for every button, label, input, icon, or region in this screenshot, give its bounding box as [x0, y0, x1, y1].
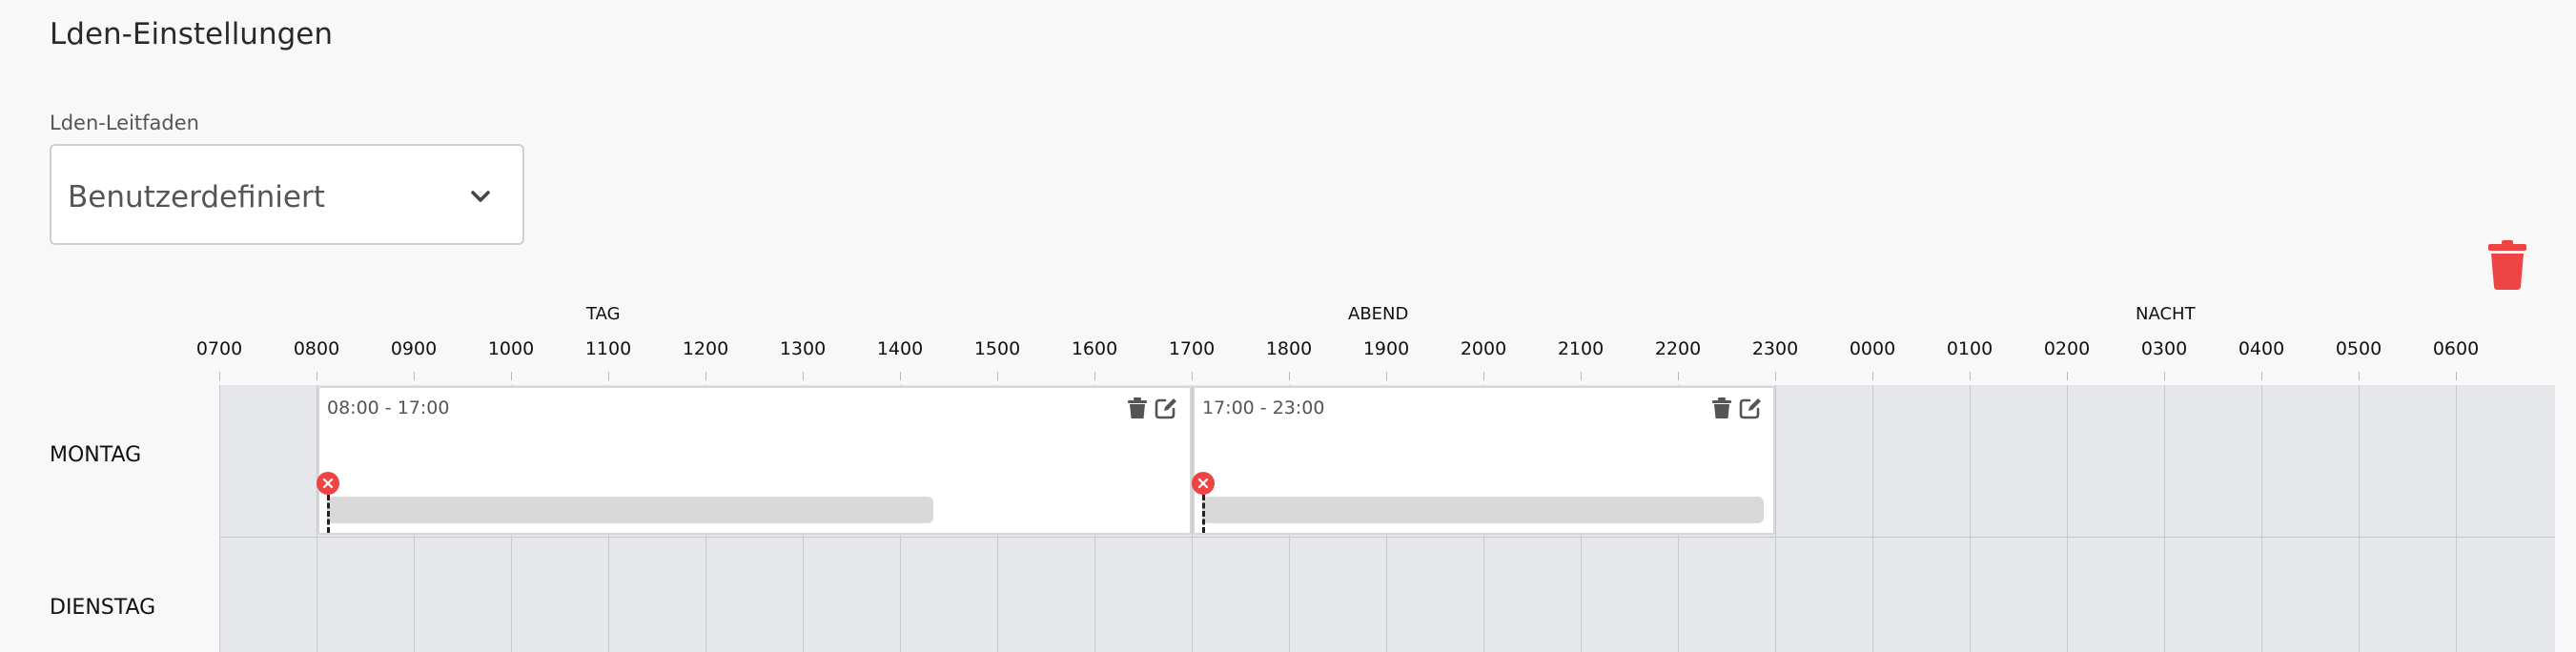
hour-tick	[1581, 372, 1582, 380]
hour-label: 1500	[973, 338, 1021, 359]
period-group-tag: TAG	[586, 304, 621, 324]
hour-tick	[511, 372, 512, 380]
hour-tick	[803, 372, 804, 380]
grid-column-line	[2456, 385, 2457, 652]
guideline-label: Lden-Leitfaden	[50, 112, 199, 134]
hour-tick	[997, 372, 998, 380]
hour-tick	[705, 372, 706, 380]
hour-label: 2200	[1654, 338, 1702, 359]
guideline-select-value: Benutzerdefiniert	[68, 180, 325, 214]
hour-tick	[1094, 372, 1095, 380]
hour-label: 0700	[195, 338, 243, 359]
hour-label: 2100	[1557, 338, 1605, 359]
grid-column-line	[2261, 385, 2262, 652]
hour-label: 0300	[2140, 338, 2188, 359]
hour-tick	[2067, 372, 2068, 380]
edit-icon[interactable]	[1738, 396, 1763, 420]
hour-label: 1600	[1071, 338, 1118, 359]
hour-label: 1000	[487, 338, 535, 359]
hour-tick	[2359, 372, 2360, 380]
slot-time-label: 08:00 - 17:00	[327, 397, 450, 418]
page-title: Lden-Einstellungen	[50, 17, 333, 51]
grid-column-line	[1970, 385, 1971, 652]
hour-label: 1400	[876, 338, 924, 359]
hour-tick	[2456, 372, 2457, 380]
grid-column-line	[2067, 385, 2068, 652]
hour-tick	[1386, 372, 1387, 380]
hour-label: 0500	[2335, 338, 2382, 359]
hour-tick	[1289, 372, 1290, 380]
hour-label: 1300	[779, 338, 827, 359]
hour-tick	[219, 372, 220, 380]
slot-start-marker	[327, 495, 330, 533]
grid-column-line	[1872, 385, 1873, 652]
guideline-select[interactable]: Benutzerdefiniert	[50, 144, 524, 245]
trash-icon[interactable]	[1709, 396, 1734, 420]
hour-tick	[2261, 372, 2262, 380]
hour-tick	[900, 372, 901, 380]
hour-label: 1700	[1168, 338, 1216, 359]
remove-icon[interactable]	[1192, 472, 1215, 495]
grid-column-line	[1775, 385, 1776, 652]
slot-start-marker	[1202, 495, 1205, 533]
hour-label: 0400	[2238, 338, 2285, 359]
hour-label: 0200	[2043, 338, 2091, 359]
time-slot[interactable]: 08:00 - 17:00	[317, 386, 1192, 535]
hour-label: 0800	[293, 338, 340, 359]
period-group-abend: ABEND	[1348, 304, 1409, 324]
period-group-nacht: NACHT	[2136, 304, 2196, 324]
hour-tick	[1775, 372, 1776, 380]
hour-label: 0600	[2432, 338, 2480, 359]
hour-label: 0900	[390, 338, 438, 359]
hour-label: 1900	[1362, 338, 1410, 359]
hour-tick	[1192, 372, 1193, 380]
hour-label: 1800	[1265, 338, 1313, 359]
hour-label: 2000	[1460, 338, 1507, 359]
day-label-montag: MONTAG	[50, 443, 142, 467]
slot-time-label: 17:00 - 23:00	[1202, 397, 1325, 418]
day-label-dienstag: DIENSTAG	[50, 596, 156, 620]
hour-label: 1100	[584, 338, 632, 359]
hour-tick	[1678, 372, 1679, 380]
trash-icon[interactable]	[1125, 396, 1150, 420]
grid-column-line	[219, 385, 220, 652]
hour-label: 0100	[1946, 338, 1993, 359]
chevron-down-icon	[471, 191, 490, 202]
hour-label: 0000	[1849, 338, 1896, 359]
hour-tick	[1483, 372, 1484, 380]
row-divider	[219, 537, 2555, 538]
hour-label: 1200	[682, 338, 729, 359]
hour-tick	[1872, 372, 1873, 380]
time-slot[interactable]: 17:00 - 23:00	[1192, 386, 1775, 535]
edit-icon[interactable]	[1154, 396, 1178, 420]
hour-tick	[2164, 372, 2165, 380]
hour-tick	[608, 372, 609, 380]
grid-column-line	[2164, 385, 2165, 652]
hour-tick	[1970, 372, 1971, 380]
hour-label: 2300	[1751, 338, 1799, 359]
remove-icon[interactable]	[317, 472, 339, 495]
slot-level-bar	[1202, 497, 1764, 523]
delete-all-icon[interactable]	[2486, 240, 2528, 290]
slot-level-bar	[327, 497, 933, 523]
hour-tick	[414, 372, 415, 380]
grid-column-line	[2359, 385, 2360, 652]
